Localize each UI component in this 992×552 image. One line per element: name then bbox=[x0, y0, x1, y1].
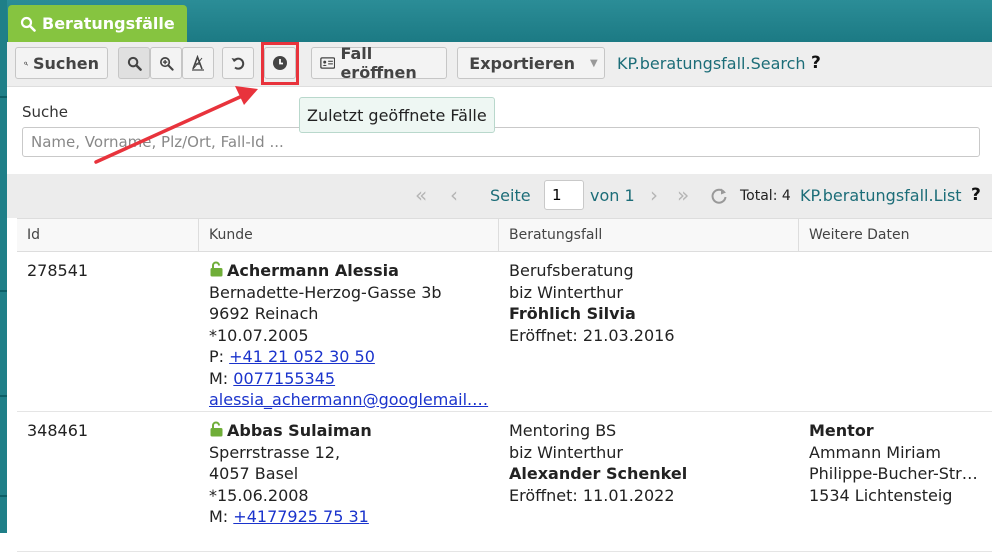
export-dropdown-button[interactable]: Exportieren ▼ bbox=[457, 47, 605, 79]
extra-data-cell: Mentor Ammann Miriam Philippe-Bucher-Str… bbox=[809, 420, 985, 506]
customer-birthdate: *15.06.2008 bbox=[209, 485, 309, 505]
column-header-weitere-daten[interactable]: Weitere Daten bbox=[798, 219, 992, 251]
case-type: Berufsberatung bbox=[509, 261, 634, 280]
extra-street: Philippe-Bucher-Str… bbox=[809, 464, 978, 483]
tab-beratungsfaelle[interactable]: Beratungsfälle bbox=[8, 5, 187, 42]
last-page-icon[interactable]: » bbox=[677, 183, 689, 207]
tab-label: Beratungsfälle bbox=[42, 14, 175, 33]
customer-street: Sperrstrasse 12, bbox=[209, 442, 341, 462]
search-context-link[interactable]: KP.beratungsfall.Search bbox=[617, 54, 806, 73]
table-header: Id Kunde Beratungsfall Weitere Daten bbox=[17, 218, 992, 252]
chevron-down-icon: ▼ bbox=[590, 57, 598, 69]
case-id: 278541 bbox=[27, 261, 89, 280]
refresh-icon[interactable] bbox=[710, 187, 728, 205]
customer-cell: Abbas Sulaiman Sperrstrasse 12, 4057 Bas… bbox=[209, 420, 491, 528]
column-header-kunde[interactable]: Kunde bbox=[198, 219, 498, 251]
case-cell: Berufsberatung biz Winterthur Fröhlich S… bbox=[509, 260, 791, 346]
customer-street: Bernadette-Herzog-Gasse 3b bbox=[209, 282, 442, 302]
table-row[interactable]: 348461 Abbas Sulaiman Sperrstrasse 12, 4… bbox=[17, 412, 992, 552]
search-input[interactable] bbox=[22, 127, 980, 157]
search-icon bbox=[127, 56, 142, 71]
total-count: Total: 4 bbox=[740, 188, 791, 204]
extra-title: Mentor bbox=[809, 421, 874, 440]
tab-bar: Beratungsfälle bbox=[7, 0, 992, 42]
mobile-prefix: M: bbox=[209, 368, 229, 388]
search-icon bbox=[20, 16, 36, 32]
help-icon[interactable]: ? bbox=[971, 185, 981, 205]
table-row[interactable]: 278541 Achermann Alessia Bernadette-Herz… bbox=[17, 252, 992, 412]
case-location: biz Winterthur bbox=[509, 282, 623, 302]
unlock-icon bbox=[210, 261, 223, 277]
search-label: Suche bbox=[22, 103, 69, 121]
left-panel-marker bbox=[0, 96, 7, 98]
help-icon[interactable]: ? bbox=[811, 53, 821, 73]
search-button-label: Suchen bbox=[32, 53, 99, 73]
open-case-label: Fall eröffnen bbox=[340, 44, 417, 82]
case-cell: Mentoring BS biz Winterthur Alexander Sc… bbox=[509, 420, 791, 506]
mobile-link[interactable]: 0077155345 bbox=[233, 369, 335, 388]
next-page-icon[interactable]: › bbox=[650, 183, 658, 207]
left-panel-marker bbox=[0, 395, 7, 397]
unlock-icon bbox=[210, 421, 223, 437]
customer-name[interactable]: Abbas Sulaiman bbox=[227, 421, 372, 440]
extended-search-button[interactable] bbox=[150, 47, 182, 79]
case-type: Mentoring BS bbox=[509, 421, 617, 440]
phone-link[interactable]: +41 21 052 30 50 bbox=[229, 347, 375, 366]
zoom-in-icon bbox=[159, 56, 174, 71]
simple-search-button[interactable] bbox=[118, 47, 150, 79]
list-context-link[interactable]: KP.beratungsfall.List bbox=[800, 186, 962, 205]
page-label: Seite bbox=[490, 186, 531, 205]
clear-search-button[interactable] bbox=[182, 47, 214, 79]
case-advisor: Alexander Schenkel bbox=[509, 464, 688, 483]
case-id: 348461 bbox=[27, 421, 89, 440]
customer-birthdate: *10.07.2005 bbox=[209, 325, 309, 345]
case-opened: Eröffnet: 11.01.2022 bbox=[509, 485, 675, 505]
prev-page-icon[interactable]: ‹ bbox=[450, 183, 458, 207]
left-panel-edge bbox=[0, 0, 7, 533]
column-header-beratungsfall[interactable]: Beratungsfall bbox=[498, 219, 798, 251]
customer-cell: Achermann Alessia Bernadette-Herzog-Gass… bbox=[209, 260, 491, 411]
mobile-prefix: M: bbox=[209, 507, 229, 526]
tooltip: Zuletzt geöffnete Fälle bbox=[299, 97, 495, 133]
customer-city: 9692 Reinach bbox=[209, 304, 319, 323]
undo-icon bbox=[231, 57, 245, 70]
extra-name: Ammann Miriam bbox=[809, 442, 941, 462]
open-case-button[interactable]: Fall eröffnen bbox=[311, 44, 447, 82]
page-count: von 1 bbox=[590, 186, 635, 205]
left-panel-marker bbox=[0, 495, 7, 497]
eraser-icon bbox=[192, 55, 204, 71]
highlight-box bbox=[261, 42, 299, 85]
first-page-icon[interactable]: « bbox=[415, 183, 427, 207]
column-header-id[interactable]: Id bbox=[17, 219, 198, 251]
search-button[interactable]: Suchen bbox=[15, 47, 108, 79]
export-label: Exportieren bbox=[469, 53, 575, 73]
phone-prefix: P: bbox=[209, 347, 225, 366]
id-card-icon bbox=[320, 57, 336, 69]
email-link[interactable]: alessia_achermann@googlemail.… bbox=[209, 389, 491, 411]
left-panel-marker bbox=[0, 290, 7, 292]
extra-city: 1534 Lichtensteig bbox=[809, 485, 953, 505]
case-advisor: Fröhlich Silvia bbox=[509, 304, 636, 323]
toolbar: Suchen Fall eröffnen Exportieren ▼ KP.be… bbox=[7, 42, 992, 87]
mobile-link[interactable]: +4177925 75 31 bbox=[233, 507, 369, 526]
reset-button[interactable] bbox=[222, 47, 254, 79]
search-icon bbox=[24, 61, 28, 65]
case-opened: Eröffnet: 21.03.2016 bbox=[509, 325, 675, 345]
customer-name[interactable]: Achermann Alessia bbox=[227, 261, 399, 280]
pagination-bar: « ‹ Seite von 1 › » Total: 4 KP.beratung… bbox=[7, 174, 992, 218]
customer-city: 4057 Basel bbox=[209, 464, 299, 483]
case-location: biz Winterthur bbox=[509, 442, 623, 462]
page-input[interactable] bbox=[544, 180, 584, 210]
